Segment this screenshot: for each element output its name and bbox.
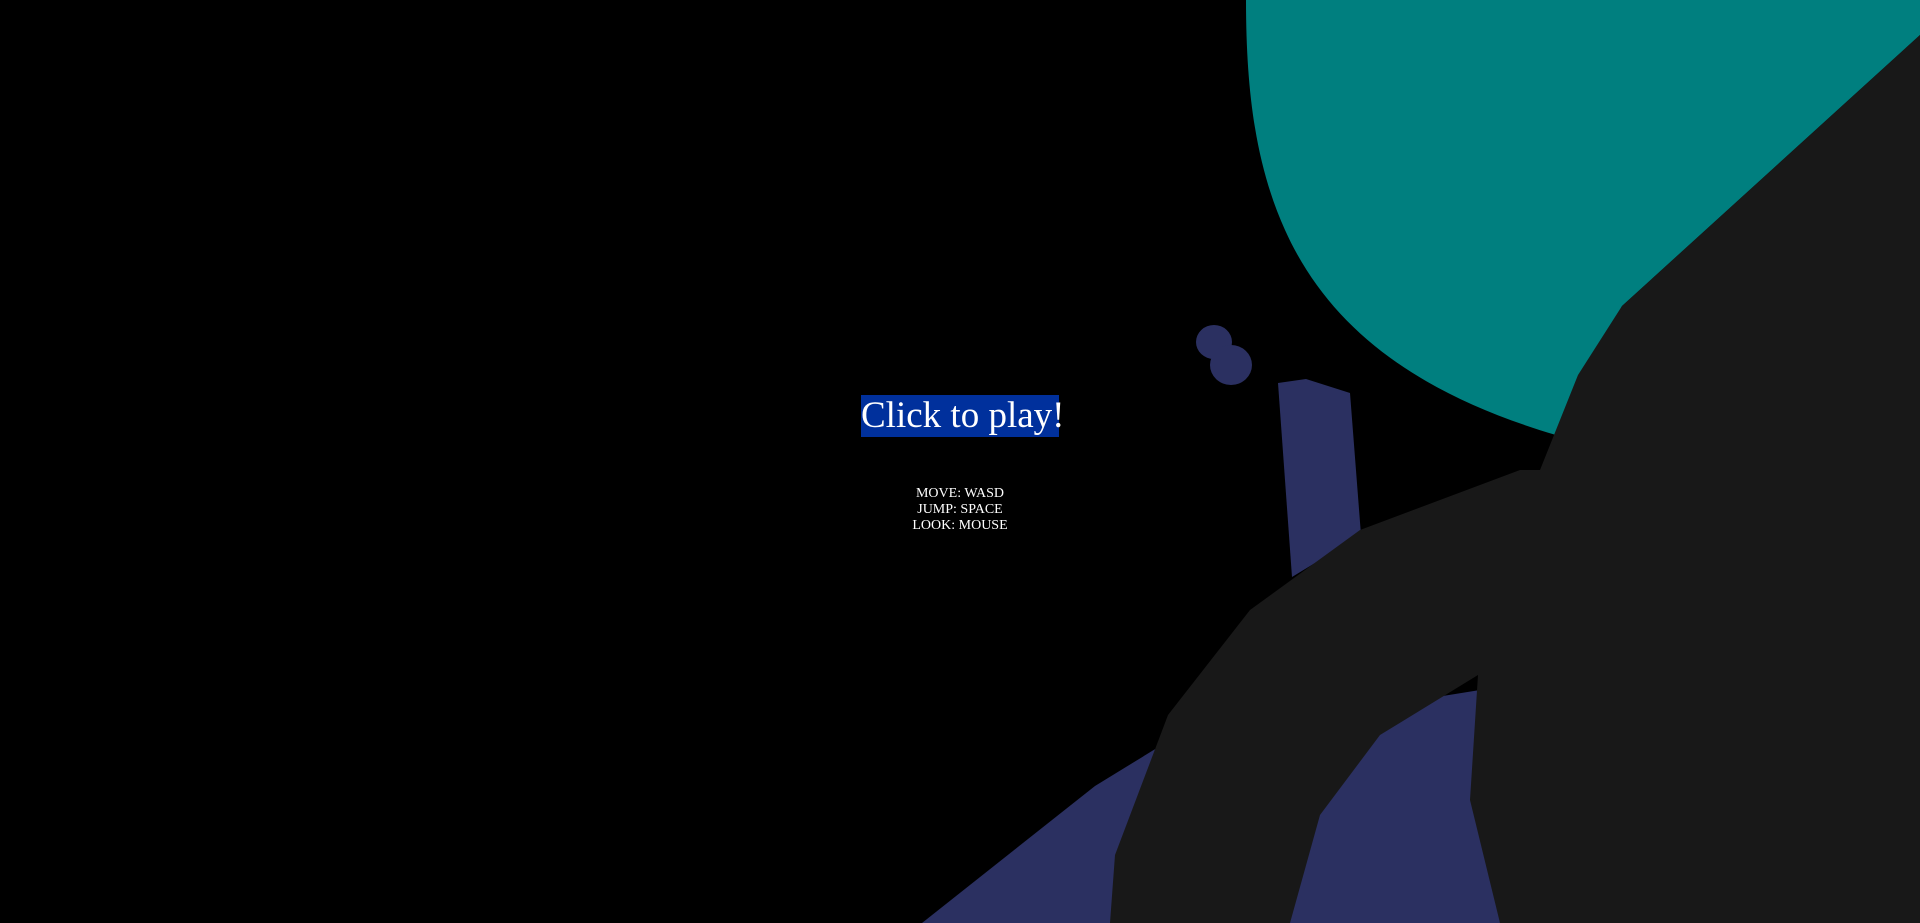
play-button[interactable]: Click to play!: [861, 395, 1064, 437]
start-overlay[interactable]: Click to play! MOVE: WASD JUMP: SPACE LO…: [0, 0, 1920, 923]
controls-instructions: MOVE: WASD JUMP: SPACE LOOK: MOUSE: [860, 486, 1060, 534]
move-instruction: MOVE: WASD: [915, 486, 1005, 501]
look-instruction: LOOK: MOUSE: [912, 518, 1008, 533]
jump-instruction: JUMP: SPACE: [917, 502, 1003, 517]
game-viewport[interactable]: Click to play! MOVE: WASD JUMP: SPACE LO…: [0, 0, 1920, 923]
